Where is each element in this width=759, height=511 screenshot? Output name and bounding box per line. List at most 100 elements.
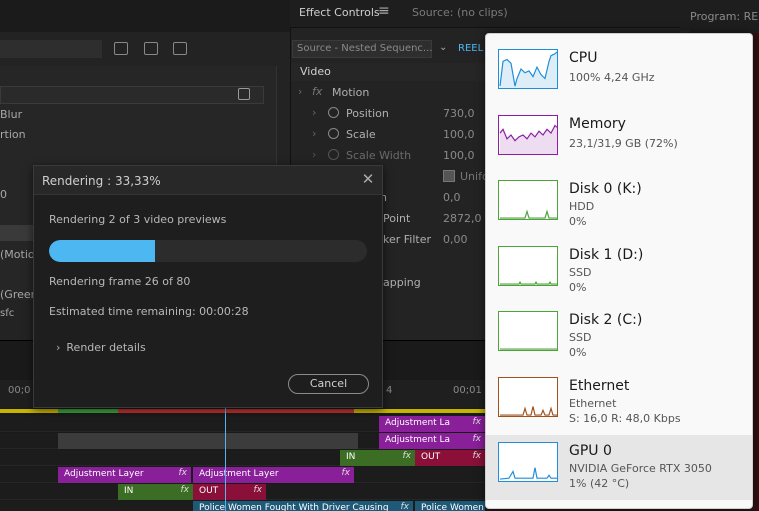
effect-item-motion[interactable]: (Motio: [0, 248, 35, 261]
chevron-right-icon[interactable]: ›: [298, 85, 302, 98]
tm-item-detail: NVIDIA GeForce RTX 3050: [569, 462, 712, 475]
chevron-right-icon[interactable]: ›: [312, 127, 316, 140]
panel-menu-icon[interactable]: ≡: [378, 3, 390, 19]
tm-item-disk-1-d[interactable]: Disk 1 (D:) SSD 0%: [486, 239, 752, 304]
tm-sparkline-graph: [498, 311, 558, 351]
scale-width-value[interactable]: 100,0: [443, 149, 475, 162]
panel-tabs: Effect Controls ≡ Source: (no clips): [290, 0, 690, 28]
bin-icon[interactable]: [144, 42, 158, 55]
stopwatch-icon[interactable]: [328, 128, 339, 139]
effect-item-rtion[interactable]: rtion: [0, 128, 26, 141]
tm-item-value: 0%: [569, 346, 587, 359]
tm-item-detail: Ethernet: [569, 396, 617, 410]
render-progress-fill: [49, 240, 155, 262]
tm-item-detail: SSD: [569, 331, 592, 344]
effects-search-row[interactable]: [0, 86, 264, 104]
rotation-value[interactable]: 0,0: [443, 191, 461, 204]
dialog-title: Rendering : 33,33%: [42, 174, 161, 188]
timecode-label: 00;01: [453, 385, 482, 396]
effect-item-zero[interactable]: 0: [0, 188, 7, 201]
fx-badge-icon: fx: [472, 417, 482, 427]
timeline-clip[interactable]: Adjustment Layer fx: [193, 467, 354, 483]
clip-label: IN: [124, 486, 134, 496]
tm-item-disk-2-c[interactable]: Disk 2 (C:) SSD 0%: [486, 304, 752, 369]
task-manager-performance-list: CPU 100% 4,24 GHz Memory 23,1/31,9 GB (72%)…: [485, 33, 753, 509]
render-frame-text: Rendering frame 26 of 80: [49, 275, 191, 288]
timeline-clip[interactable]: Police Women Fought With Driver Causing f…: [193, 501, 413, 511]
anchor-point-label: Point: [383, 212, 411, 225]
tm-sparkline-graph: [498, 442, 558, 482]
fx-badge-icon: fx: [400, 502, 410, 511]
flicker-filter-value[interactable]: 0,00: [443, 233, 468, 246]
clip-label: OUT: [421, 452, 441, 462]
anchor-point-value[interactable]: 2872,0: [443, 212, 482, 225]
fx-icon[interactable]: fx: [312, 85, 322, 98]
effect-item-blur[interactable]: Blur: [0, 108, 22, 121]
chevron-right-icon[interactable]: ›: [312, 148, 316, 161]
tm-sparkline-graph: [498, 114, 558, 155]
fx-badge-icon: fx: [178, 468, 188, 478]
tm-item-name: Disk 1 (D:): [569, 246, 644, 263]
chevron-right-icon[interactable]: ›: [312, 106, 316, 119]
tm-item-cpu[interactable]: CPU 100% 4,24 GHz: [486, 42, 752, 107]
tm-item-name: Disk 0 (K:): [569, 181, 642, 197]
tm-item-memory[interactable]: Memory 23,1/31,9 GB (72%): [486, 108, 752, 173]
new-bin-icon[interactable]: [238, 88, 250, 100]
source-reel-link[interactable]: REEL: [458, 43, 483, 54]
position-value[interactable]: 730,0: [443, 107, 475, 120]
timeline-clip[interactable]: Adjustment La fx: [379, 416, 485, 432]
project-search-field[interactable]: [0, 40, 102, 58]
stopwatch-icon[interactable]: [328, 107, 339, 118]
close-icon[interactable]: ✕: [360, 172, 376, 188]
render-progress-bar: [49, 240, 367, 262]
tab-program[interactable]: Program: REE: [690, 10, 759, 23]
timeline-clip[interactable]: OUT fx: [193, 484, 266, 500]
clip-label: Adjustment La: [385, 435, 451, 445]
tab-effect-controls[interactable]: Effect Controls: [299, 6, 380, 19]
chevron-down-icon[interactable]: ⌄: [439, 42, 447, 53]
tm-sparkline-graph: [498, 245, 558, 286]
stopwatch-icon[interactable]: [328, 149, 339, 160]
fx-badge-icon: fx: [180, 485, 190, 495]
flicker-filter-label: ker Filter: [383, 233, 432, 246]
timeline-clip[interactable]: IN fx: [118, 484, 193, 500]
clip-label: OUT: [199, 486, 219, 496]
effect-item-green[interactable]: (Green: [0, 288, 38, 301]
timeline-clip[interactable]: IN fx: [340, 450, 415, 466]
tm-item-value: S: 16,0 R: 48,0 Kbps: [569, 411, 681, 425]
tm-item-disk-0-k[interactable]: Disk 0 (K:) HDD 0%: [486, 173, 752, 238]
render-details-label: Render details: [66, 341, 146, 354]
scale-label: Scale: [346, 128, 376, 141]
playhead[interactable]: [225, 405, 226, 511]
fx-badge-icon: fx: [341, 468, 351, 478]
scale-value[interactable]: 100,0: [443, 128, 475, 141]
tm-item-name: GPU 0: [569, 443, 612, 459]
tm-item-gpu-0[interactable]: GPU 0 NVIDIA GeForce RTX 3050 1% (42 °C): [486, 435, 752, 500]
project-panel-header: [0, 0, 290, 32]
fx-badge-icon: fx: [402, 451, 412, 461]
tm-sparkline-graph: [498, 180, 558, 220]
tab-source[interactable]: Source: (no clips): [412, 6, 508, 19]
timeline-clip[interactable]: Adjustment Layer fx: [58, 467, 191, 483]
source-select-label: Source - Nested Sequenc...: [297, 43, 433, 54]
timeline-clip[interactable]: OUT fx: [415, 450, 485, 466]
timeline-clip[interactable]: Police Women Fought With Driver: [415, 501, 485, 511]
cancel-button[interactable]: Cancel: [288, 374, 369, 394]
fx-badge-icon: fx: [472, 451, 482, 461]
timeline-clip[interactable]: Adjustment La fx: [379, 433, 485, 449]
clip-label: Adjustment Layer: [64, 469, 144, 479]
fx-badge-icon: fx: [472, 434, 482, 444]
video-label: Video: [300, 65, 331, 78]
uniform-scale-checkbox[interactable]: [443, 170, 455, 182]
tm-item-value: 0%: [569, 280, 587, 294]
effect-item-sfc[interactable]: sfc: [0, 308, 14, 319]
rendering-dialog: Rendering : 33,33% ✕ Rendering 2 of 3 vi…: [33, 165, 383, 408]
tm-item-ethernet[interactable]: Ethernet Ethernet S: 16,0 R: 48,0 Kbps: [486, 370, 752, 435]
render-status-text: Rendering 2 of 3 video previews: [49, 213, 227, 226]
clip-label: Adjustment La: [385, 418, 451, 428]
bin-icon[interactable]: [114, 42, 128, 55]
render-details-toggle[interactable]: › Render details: [56, 341, 146, 354]
source-select[interactable]: Source - Nested Sequenc...: [292, 40, 432, 58]
tm-item-name: Ethernet: [569, 377, 630, 394]
bin-icon[interactable]: [173, 42, 187, 55]
